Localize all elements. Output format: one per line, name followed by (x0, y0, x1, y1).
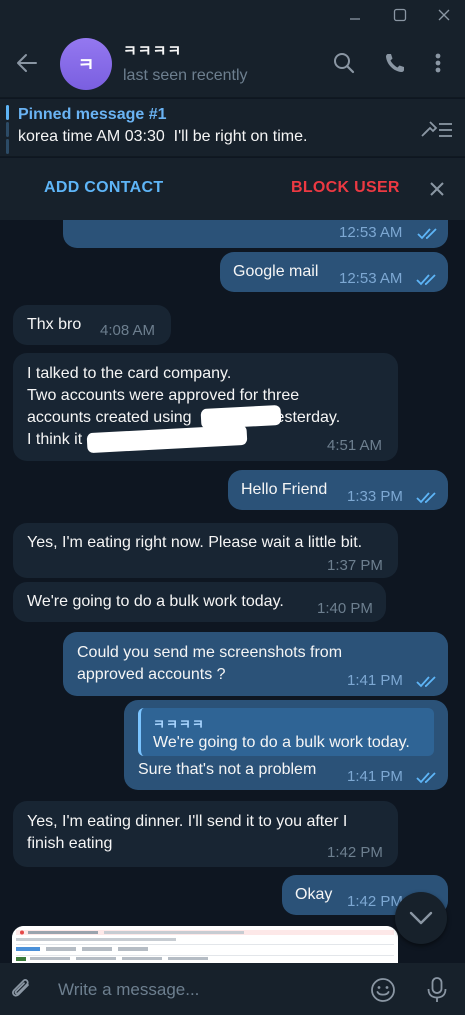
pinned-message-bar[interactable]: Pinned message #1 korea time AM 03:30 I'… (0, 99, 465, 157)
pinned-text: korea time AM 03:30 I'll be right on tim… (18, 128, 308, 145)
double-check-icon (416, 274, 436, 286)
maximize-icon[interactable] (378, 0, 422, 30)
pinned-indicator (6, 105, 9, 154)
message-bubble[interactable]: Thx bro 4:08 AM (13, 305, 171, 345)
search-icon[interactable] (329, 48, 359, 78)
message-time: 1:41 PM (347, 768, 403, 785)
message-time: 4:08 AM (100, 322, 156, 339)
microphone-icon[interactable] (423, 976, 451, 1004)
message-bubble[interactable]: Yes, I'm eating dinner. I'll send it to … (13, 801, 398, 867)
double-check-icon (416, 492, 436, 504)
message-time: 1:33 PM (347, 488, 403, 505)
scroll-down-button[interactable] (395, 892, 447, 944)
close-icon[interactable] (425, 177, 449, 201)
double-check-icon (416, 772, 436, 784)
message-bubble[interactable]: I talked to the card company. Two accoun… (13, 353, 398, 461)
chevron-down-icon (409, 911, 433, 925)
message-bubble[interactable]: Yes, I'm eating right now. Please wait a… (13, 523, 398, 578)
message-bubble[interactable]: We're going to do a bulk work today. 1:4… (13, 582, 386, 622)
message-composer: Write a message... (0, 963, 465, 1015)
contact-action-bar: ADD CONTACT BLOCK USER (0, 158, 465, 220)
pinned-list-icon[interactable] (419, 113, 455, 143)
message-bubble[interactable]: 12:53 AM (63, 220, 448, 248)
minimize-icon[interactable] (333, 0, 377, 30)
message-time: 1:37 PM (327, 557, 383, 574)
back-arrow-icon[interactable] (10, 46, 44, 80)
message-text: We're going to do a bulk work today. (27, 593, 284, 610)
message-list[interactable]: 12:53 AM Google mail 12:53 AM Thx bro 4:… (0, 220, 465, 963)
message-text: Could you send me screenshots from appro… (77, 644, 343, 683)
emoji-icon[interactable] (369, 976, 397, 1004)
message-text: Hello Friend (241, 481, 328, 498)
message-time: 1:41 PM (347, 672, 403, 689)
double-check-icon (416, 676, 436, 688)
more-options-icon[interactable] (423, 48, 453, 78)
message-text: Google mail (233, 263, 319, 280)
message-time: 4:51 AM (327, 437, 383, 454)
reply-quote[interactable]: ㅋㅋㅋㅋ We're going to do a bulk work today… (138, 708, 434, 756)
message-time: 1:40 PM (317, 600, 373, 617)
message-time: 1:42 PM (327, 844, 383, 861)
attach-icon[interactable] (8, 976, 36, 1004)
message-text: Okay (295, 886, 333, 903)
reply-text: We're going to do a bulk work today. (153, 734, 410, 751)
image-message-preview[interactable] (12, 926, 398, 963)
message-bubble[interactable]: Could you send me screenshots from appro… (63, 632, 448, 696)
chat-header: ㅋ ㅋㅋㅋㅋ last seen recently (0, 30, 465, 98)
phone-icon[interactable] (380, 48, 410, 78)
window-titlebar (0, 0, 465, 30)
message-text: Yes, I'm eating dinner. I'll send it to … (27, 813, 348, 852)
chat-title[interactable]: ㅋㅋㅋㅋ (123, 40, 182, 61)
screenshot-thumbnail (12, 926, 398, 963)
double-check-icon (417, 228, 437, 240)
message-text: Yes, I'm eating right now. Please wait a… (27, 534, 363, 551)
message-time: 12:53 AM (339, 270, 403, 287)
avatar[interactable]: ㅋ (60, 38, 112, 90)
message-input[interactable]: Write a message... (58, 978, 348, 1002)
message-bubble[interactable]: Google mail 12:53 AM (220, 252, 448, 292)
chat-status: last seen recently (123, 67, 248, 84)
block-user-button[interactable]: BLOCK USER (291, 179, 400, 197)
message-text: Sure that's not a problem (138, 761, 317, 778)
message-text: Thx bro (27, 316, 82, 333)
message-bubble[interactable]: ㅋㅋㅋㅋ We're going to do a bulk work today… (124, 700, 448, 790)
pinned-title: Pinned message #1 (18, 106, 167, 123)
message-time: 12:53 AM (339, 224, 403, 241)
message-time: 1:42 PM (347, 893, 403, 910)
add-contact-button[interactable]: ADD CONTACT (44, 179, 163, 197)
close-icon[interactable] (422, 0, 465, 30)
message-bubble[interactable]: Hello Friend 1:33 PM (228, 470, 448, 510)
